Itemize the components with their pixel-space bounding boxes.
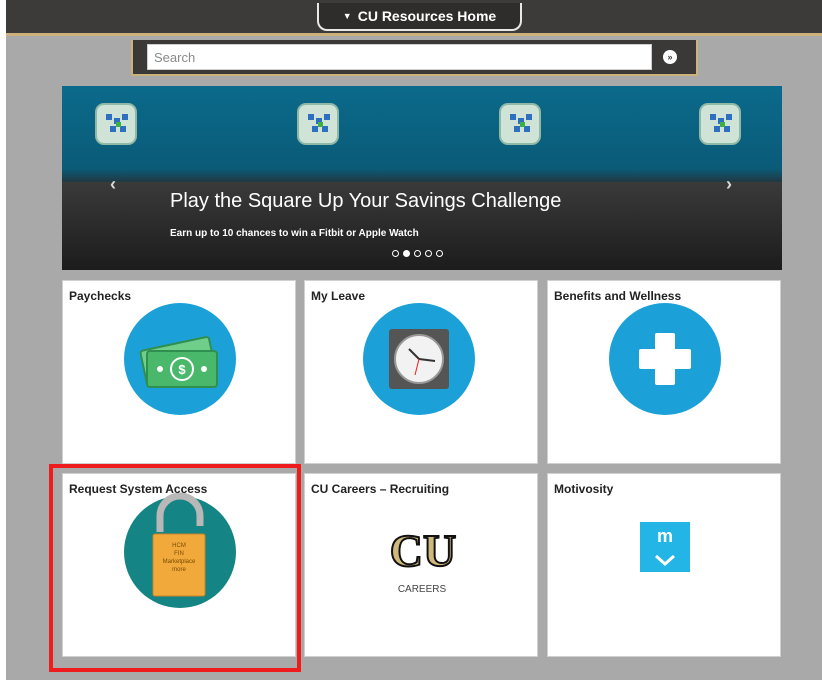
- search-go-icon[interactable]: »: [663, 50, 677, 64]
- tile-title: My Leave: [311, 289, 366, 303]
- carousel-dot-active[interactable]: [403, 250, 410, 257]
- tile-motivosity[interactable]: m Motivosity: [547, 473, 781, 657]
- home-dropdown-label: CU Resources Home: [357, 8, 497, 24]
- cu-logo-icon: CU: [389, 524, 457, 577]
- search-bar: »: [131, 40, 698, 76]
- clock-icon: [363, 303, 475, 415]
- promo-banner[interactable]: ‹ › Play the Square Up Your Savings Chal…: [62, 86, 782, 270]
- medical-cross-icon: [609, 303, 721, 415]
- search-input[interactable]: [147, 44, 652, 70]
- app-background: ▼ CU Resources Home »: [6, 0, 822, 680]
- tile-title: Request System Access: [69, 482, 208, 496]
- tile-title: CU Careers – Recruiting: [311, 482, 450, 496]
- carousel-dot[interactable]: [414, 250, 421, 257]
- banner-subtitle: Earn up to 10 chances to win a Fitbit or…: [170, 228, 419, 239]
- svg-text:CU: CU: [390, 525, 456, 576]
- motivosity-logo-icon: [640, 522, 690, 572]
- chevron-right-icon[interactable]: ›: [726, 174, 732, 195]
- carousel-dot[interactable]: [425, 250, 432, 257]
- tile-my-leave[interactable]: My Leave: [304, 280, 538, 464]
- logo-caption: CAREERS: [397, 584, 447, 595]
- tile-paychecks[interactable]: $ Paychecks: [62, 280, 296, 464]
- lock-labels: HCM FIN Marketplace more: [153, 542, 205, 574]
- savings-game-board-icon: [699, 103, 741, 145]
- top-navigation-bar: ▼ CU Resources Home: [6, 0, 822, 36]
- tile-request-system-access[interactable]: HCM FIN Marketplace more Request System …: [62, 473, 296, 657]
- carousel-dot[interactable]: [436, 250, 443, 257]
- carousel-dot[interactable]: [392, 250, 399, 257]
- home-dropdown-button[interactable]: ▼ CU Resources Home: [317, 3, 522, 31]
- tile-title: Paychecks: [69, 289, 132, 303]
- tile-benefits-and-wellness[interactable]: Benefits and Wellness: [547, 280, 781, 464]
- tile-cu-careers-recruiting[interactable]: CU CAREERS CU Careers – Recruiting: [304, 473, 538, 657]
- carousel-dots: [392, 250, 443, 257]
- savings-game-board-icon: [297, 103, 339, 145]
- lock-label: HCM: [172, 543, 186, 549]
- lock-label: more: [172, 567, 186, 573]
- svg-text:$: $: [178, 362, 186, 377]
- savings-game-board-icon: [499, 103, 541, 145]
- lock-label: FIN: [174, 551, 184, 557]
- lock-label: Marketplace: [162, 559, 196, 565]
- money-bill-icon: $: [124, 303, 236, 415]
- motivosity-logo-text: m: [656, 526, 673, 546]
- banner-title: Play the Square Up Your Savings Challeng…: [170, 190, 562, 212]
- savings-game-board-icon: [95, 103, 137, 145]
- tile-title: Motivosity: [554, 482, 614, 496]
- caret-down-icon: ▼: [342, 11, 352, 21]
- chevron-left-icon[interactable]: ‹: [110, 174, 116, 195]
- tile-title: Benefits and Wellness: [554, 289, 682, 303]
